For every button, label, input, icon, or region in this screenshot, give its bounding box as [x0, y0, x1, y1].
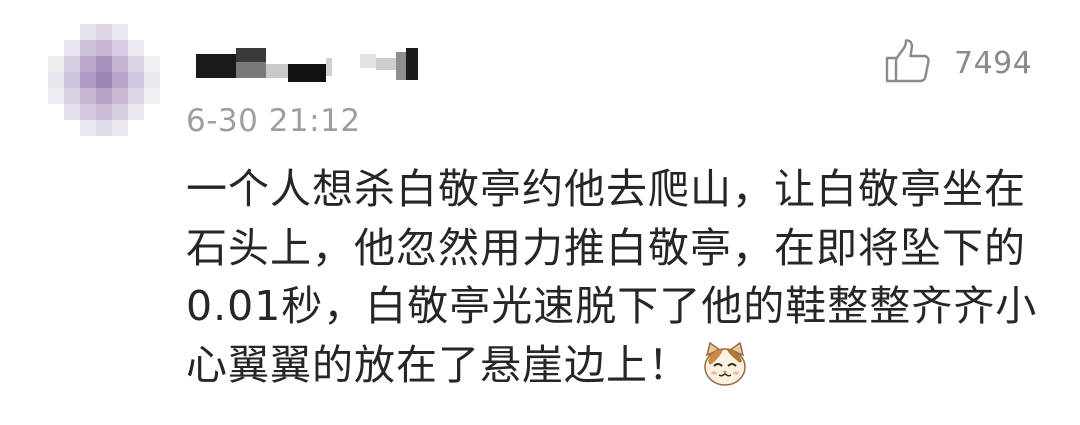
comment-item: 6-30 21:12 7494 一个人想杀白敬亭约他去爬山，让白敬亭坐在 石头上…: [0, 0, 1080, 425]
thumbs-up-icon[interactable]: [884, 37, 932, 89]
cat-face-emoji-icon: [704, 341, 746, 386]
comment-line: 一个人想杀白敬亭约他去爬山，让白敬亭坐在: [186, 165, 1026, 213]
comment-content: 一个人想杀白敬亭约他去爬山，让白敬亭坐在 石头上，他忽然用力推白敬亭，在即将坠下…: [186, 160, 1036, 394]
comment-line: 石头上，他忽然用力推白敬亭，在即将坠下的: [186, 223, 1026, 272]
comment-line-last: 心翼翼的放在了悬崖边上！: [186, 336, 1036, 395]
comment-timestamp: 6-30 21:12: [186, 103, 361, 139]
comment-line-text: 心翼翼的放在了悬崖边上！: [186, 340, 690, 389]
like-count: 7494: [954, 45, 1033, 81]
avatar[interactable]: [48, 24, 160, 136]
comment-line: 0.01秒，白敬亭光速脱下了他的鞋整整齐齐小: [186, 282, 1038, 330]
like-button[interactable]: 7494: [884, 38, 1032, 88]
username-censored[interactable]: [196, 44, 436, 88]
